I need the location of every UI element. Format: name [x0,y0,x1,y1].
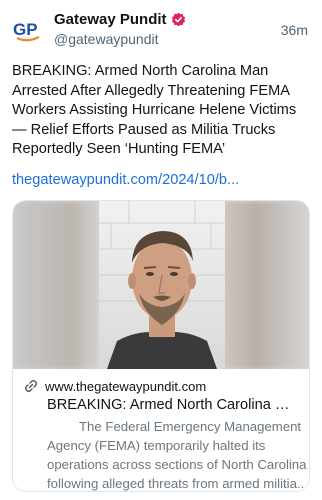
avatar-text: GP [13,20,38,39]
post-link[interactable]: thegatewaypundit.com/2024/10/b... [12,172,239,188]
post-header: GP Gateway Pundit @gatewaypundit 36m [12,10,310,50]
mugshot-photo [99,201,225,369]
handle[interactable]: @gatewaypundit [54,31,159,47]
avatar[interactable]: GP [12,13,44,45]
gp-logo-icon: GP [12,13,44,45]
card-description: The Federal Emergency Management Agency … [47,419,308,491]
timestamp[interactable]: 36m [281,22,308,38]
verified-badge-icon [171,12,186,27]
card-title[interactable]: BREAKING: Armed North Carolina Ma... [47,397,297,413]
domain-row: www.thegatewaypundit.com [23,377,299,395]
display-name[interactable]: Gateway Pundit [54,11,167,28]
card-meta: www.thegatewaypundit.com BREAKING: Armed… [13,377,309,491]
card-image[interactable] [13,201,309,369]
link-preview-card[interactable]: www.thegatewaypundit.com BREAKING: Armed… [12,200,310,492]
card-domain: www.thegatewaypundit.com [45,378,207,394]
name-row: Gateway Pundit [54,11,186,28]
link-icon [23,378,39,394]
post-text: BREAKING: Armed North Carolina Man Arres… [12,63,297,157]
